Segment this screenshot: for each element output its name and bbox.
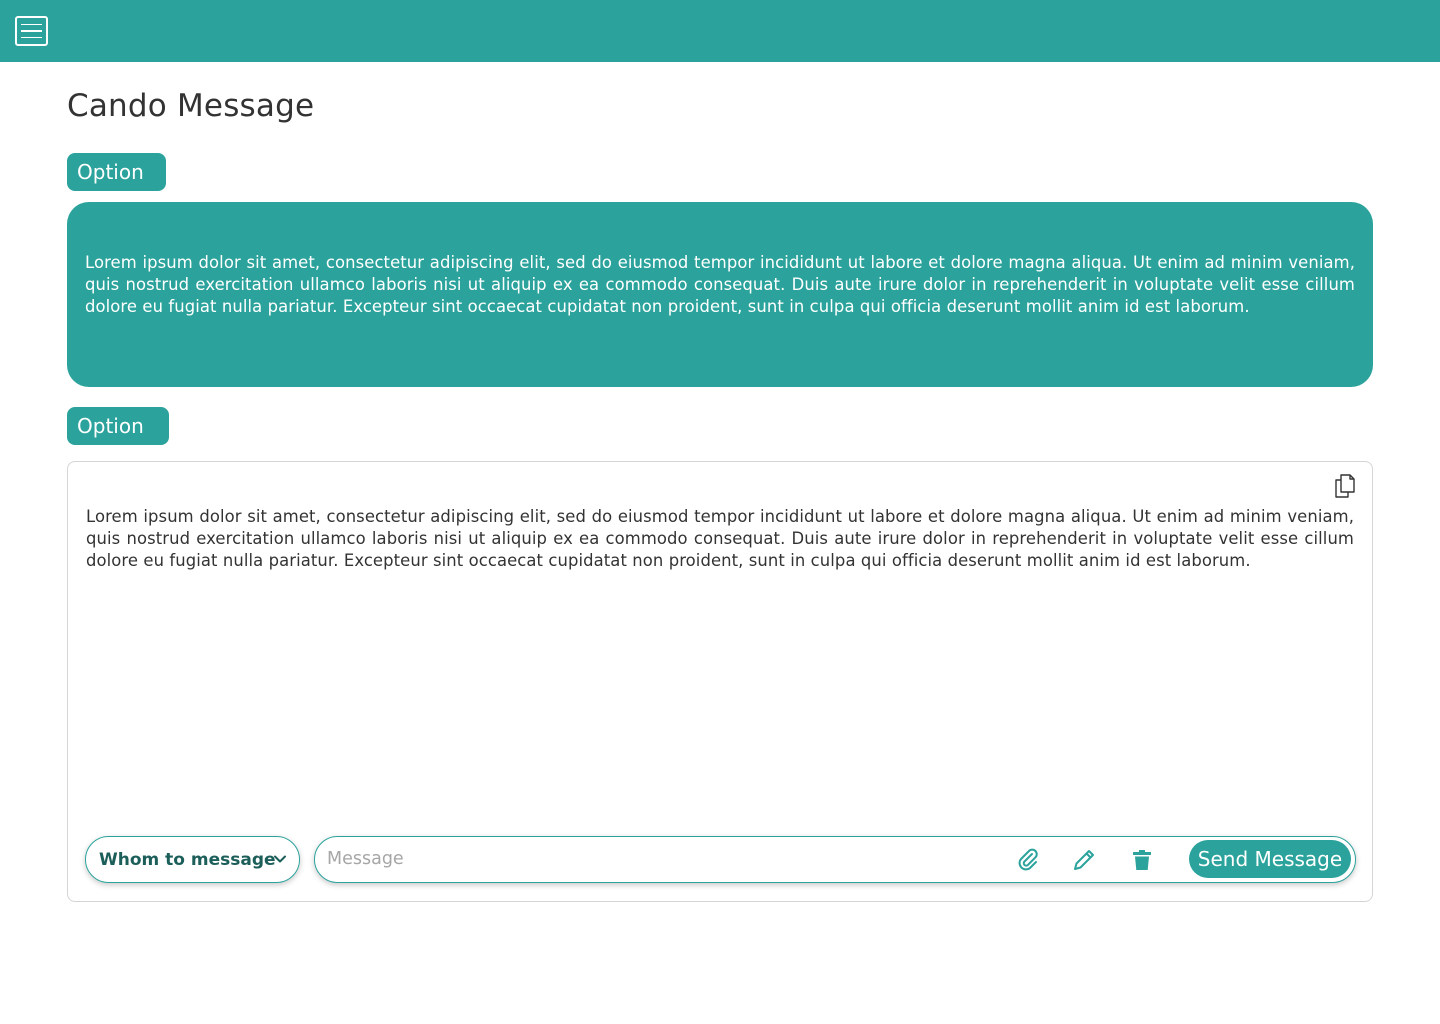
whom-to-message-select[interactable]: Whom to message	[85, 836, 300, 883]
option-1-badge[interactable]: Option 1	[67, 153, 166, 222]
hamburger-menu-icon[interactable]	[15, 16, 48, 46]
chevron-down-icon	[274, 855, 286, 863]
trash-icon[interactable]	[1129, 847, 1155, 873]
paperclip-icon[interactable]	[1015, 847, 1041, 873]
top-bar	[0, 0, 1440, 62]
whom-to-message-label: Whom to message	[99, 849, 276, 870]
pencil-icon[interactable]	[1071, 847, 1097, 873]
option-2-text: Lorem ipsum dolor sit amet, consectetur …	[86, 507, 1354, 570]
message-input[interactable]	[327, 837, 987, 881]
option-1-card[interactable]: Lorem ipsum dolor sit amet, consectetur …	[67, 202, 1373, 387]
option-2-badge[interactable]: Option 2	[67, 407, 169, 476]
message-composer: Send Message	[314, 836, 1356, 883]
option-1-text: Lorem ipsum dolor sit amet, consectetur …	[85, 253, 1355, 316]
copy-icon[interactable]	[1332, 473, 1356, 499]
send-message-button[interactable]: Send Message	[1189, 840, 1351, 878]
option-2-card: Lorem ipsum dolor sit amet, consectetur …	[67, 461, 1373, 902]
page-title: Cando Message	[67, 88, 315, 124]
